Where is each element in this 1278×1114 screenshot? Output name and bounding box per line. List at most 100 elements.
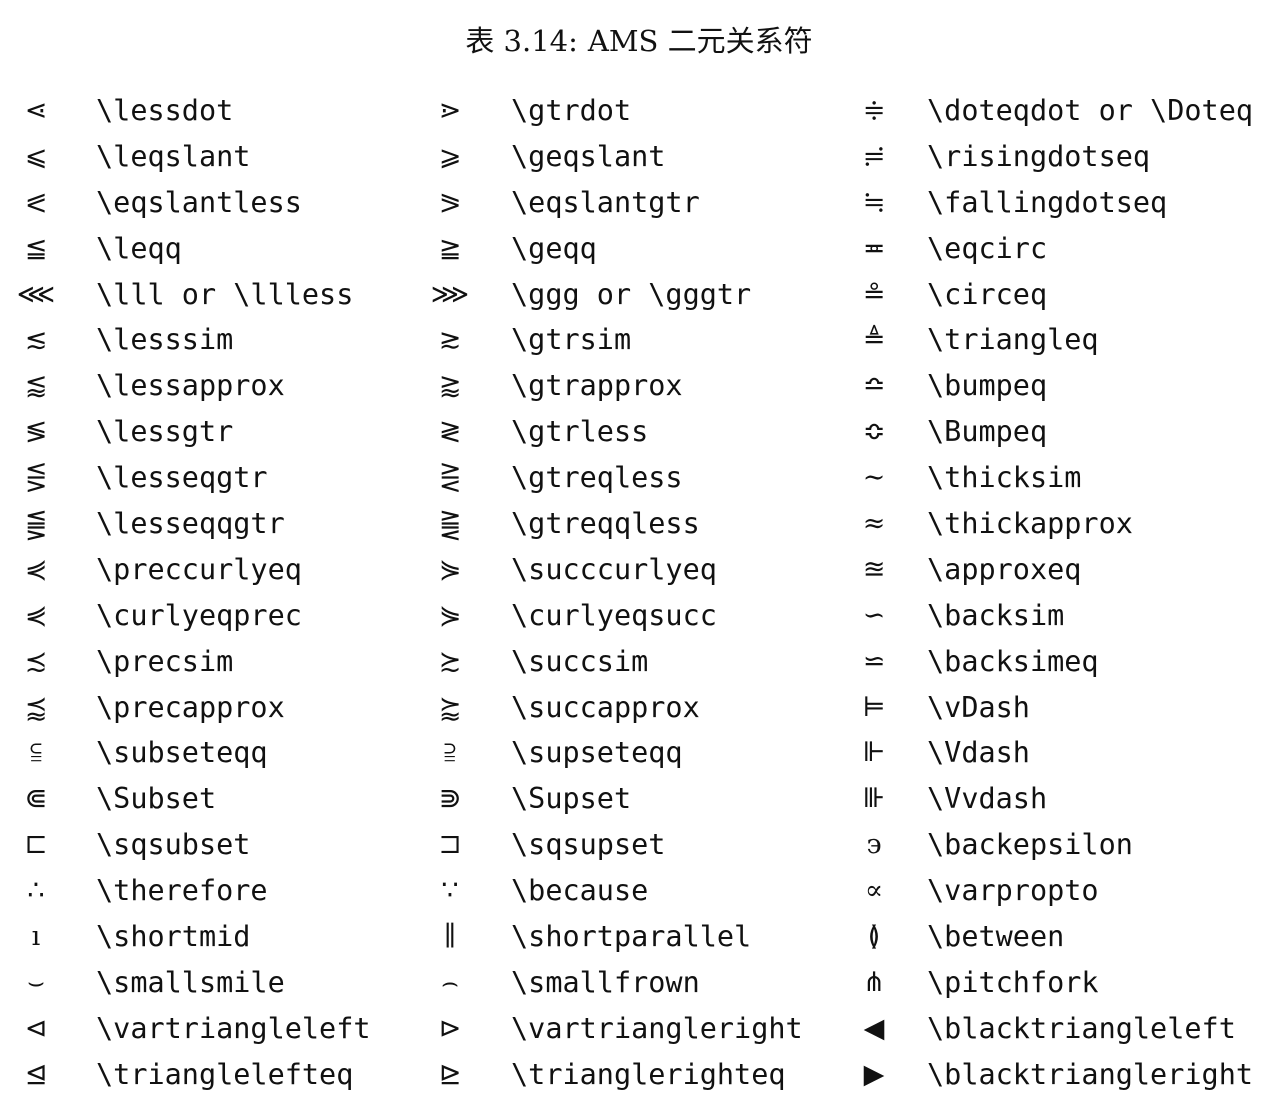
symbol-glyph: ⌣ <box>27 966 45 998</box>
command-name: \varpropto <box>927 874 1099 908</box>
symbol-glyph: ⪅ <box>24 370 48 402</box>
symbol-glyph: ≎ <box>862 416 886 448</box>
command-name: \vartriangleleft <box>96 1011 371 1045</box>
command-name: \trianglerighteq <box>511 1057 786 1091</box>
command-name: \thicksim <box>927 461 1082 495</box>
table-row: ≲ \lesssim ≳ \gtrsim ≜ \triangleq <box>0 317 1278 363</box>
command-name: \Supset <box>511 782 632 816</box>
symbol-glyph: ≗ <box>862 278 886 310</box>
symbol-glyph: ∴ <box>27 875 45 907</box>
symbol-glyph: ⋛ <box>438 462 462 494</box>
command-name: \lesseqgtr <box>96 461 268 495</box>
symbol-glyph: ∵ <box>441 875 459 907</box>
command-name: \approxeq <box>927 552 1082 586</box>
symbol-glyph: ı <box>31 921 41 953</box>
command-name: \lesseqqgtr <box>96 507 285 541</box>
symbol-glyph: ∽ <box>862 599 886 631</box>
symbol-glyph: ⊵ <box>438 1058 462 1090</box>
command-name: \triangleq <box>927 323 1099 357</box>
command-name: \leqslant <box>96 139 251 173</box>
symbol-glyph: ≲ <box>24 324 48 356</box>
symbol-glyph: ∥ <box>443 921 457 953</box>
symbol-glyph: ⋑ <box>438 783 462 815</box>
symbol-glyph: ⋞ <box>24 599 48 631</box>
symbol-glyph: ≊ <box>862 553 886 585</box>
symbol-glyph: ⊲ <box>24 1012 48 1044</box>
symbol-glyph: ≖ <box>862 232 886 264</box>
command-name: \subseteqq <box>96 736 268 770</box>
command-name: \curlyeqsucc <box>511 598 717 632</box>
table-row: ⌣ \smallsmile ⌢ \smallfrown ⋔ \pitchfork <box>0 960 1278 1006</box>
command-name: \succcurlyeq <box>511 552 717 586</box>
command-name: \sqsupset <box>511 828 666 862</box>
command-name: \lessgtr <box>96 415 234 449</box>
symbol-glyph: ≓ <box>862 140 886 172</box>
command-name: \gtrless <box>511 415 649 449</box>
symbol-glyph: ⋚ <box>24 462 48 494</box>
table-row: ≦ \leqq ≧ \geqq ≖ \eqcirc <box>0 226 1278 272</box>
table-row: ⪕ \eqslantless ⪖ \eqslantgtr ≒ \fallingd… <box>0 180 1278 226</box>
command-name: \geqq <box>511 231 597 265</box>
symbol-glyph: ≏ <box>862 370 886 402</box>
command-name: \geqslant <box>511 139 666 173</box>
command-name: \Vdash <box>927 736 1030 770</box>
command-name: \Vvdash <box>927 782 1048 816</box>
symbol-glyph: ≈ <box>862 508 886 540</box>
symbol-glyph: ⊴ <box>24 1058 48 1090</box>
table-row: ⋞ \curlyeqprec ⋟ \curlyeqsucc ∽ \backsim <box>0 593 1278 639</box>
symbol-glyph: ⪕ <box>24 186 48 218</box>
symbol-glyph: ≿ <box>438 645 462 677</box>
symbol-glyph: ⩽ <box>24 140 48 172</box>
command-name: \eqslantless <box>96 185 302 219</box>
command-name: \backsim <box>927 598 1065 632</box>
table-row: ⊲ \vartriangleleft ⊳ \vartriangleright ◀… <box>0 1006 1278 1052</box>
symbol-glyph: ⋙ <box>430 278 470 310</box>
table-row: ≾ \precsim ≿ \succsim ⋍ \backsimeq <box>0 639 1278 685</box>
command-name: \shortparallel <box>511 920 752 954</box>
command-name: \trianglelefteq <box>96 1057 354 1091</box>
command-name: \smallsmile <box>96 965 285 999</box>
command-name: \shortmid <box>96 920 251 954</box>
symbol-glyph: ⪷ <box>24 691 48 723</box>
symbol-glyph: ⋞ <box>24 553 48 585</box>
command-name: \backepsilon <box>927 828 1133 862</box>
symbol-glyph: ϶ <box>866 829 882 861</box>
command-name: \thickapprox <box>927 507 1133 541</box>
command-name: \succsim <box>511 644 649 678</box>
command-name: \risingdotseq <box>927 139 1151 173</box>
table-row: ⋐ \Subset ⋑ \Supset ⊪ \Vvdash <box>0 776 1278 822</box>
command-name: \between <box>927 920 1065 954</box>
symbol-glyph: ≦ <box>24 232 48 264</box>
table-row: ı \shortmid ∥ \shortparallel ≬ \between <box>0 914 1278 960</box>
symbol-glyph: ⋖ <box>24 95 48 126</box>
command-name: \supseteqq <box>511 736 683 770</box>
symbol-glyph: ⪸ <box>438 691 462 723</box>
command-name: \precapprox <box>96 690 285 724</box>
symbol-glyph: ⪖ <box>438 186 462 218</box>
symbol-glyph: ⊳ <box>438 1012 462 1044</box>
command-name: \eqslantgtr <box>511 185 700 219</box>
symbol-glyph: ≜ <box>862 324 886 356</box>
table-row: ∴ \therefore ∵ \because ∝ \varpropto <box>0 868 1278 914</box>
symbol-glyph: ⋟ <box>438 599 462 631</box>
symbol-glyph: ⋗ <box>438 95 462 126</box>
command-name: \lll or \llless <box>96 277 354 311</box>
symbol-glyph: ≳ <box>438 324 462 356</box>
command-name: \Bumpeq <box>927 415 1048 449</box>
command-name: \eqcirc <box>927 231 1048 265</box>
command-name: \vartriangleright <box>511 1011 803 1045</box>
symbol-glyph: ⫆ <box>444 737 456 769</box>
command-name: \gtreqless <box>511 461 683 495</box>
caption-number: 表 3.14: <box>465 24 578 58</box>
command-name: \because <box>511 874 649 908</box>
symbol-glyph: ⋘ <box>16 278 56 310</box>
symbol-glyph: ≒ <box>862 186 886 218</box>
command-name: \Subset <box>96 782 217 816</box>
symbol-glyph: ⌢ <box>441 966 459 998</box>
command-name: \sqsubset <box>96 828 251 862</box>
table-row: ⪷ \precapprox ⪸ \succapprox ⊨ \vDash <box>0 685 1278 731</box>
symbol-glyph: ∼ <box>862 462 886 494</box>
command-name: \backsimeq <box>927 644 1099 678</box>
command-name: \preccurlyeq <box>96 552 302 586</box>
table-row: ⩽ \leqslant ⩾ \geqslant ≓ \risingdotseq <box>0 134 1278 180</box>
